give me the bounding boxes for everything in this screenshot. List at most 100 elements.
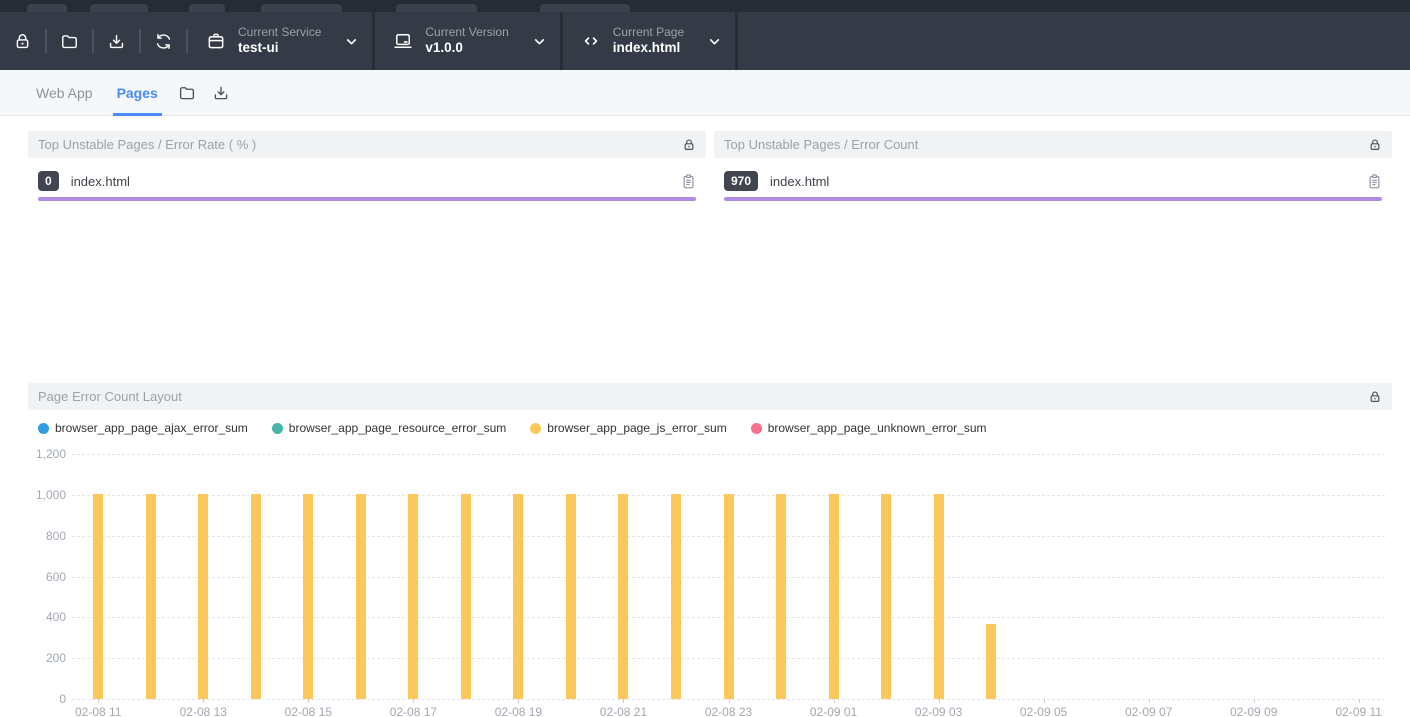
bar-browser_app_page_js_error_sum (671, 494, 681, 699)
lock-icon (13, 32, 32, 51)
download-button-secondary[interactable] (204, 70, 238, 116)
copy-button[interactable] (1367, 173, 1382, 190)
legend-item[interactable]: browser_app_page_js_error_sum (530, 421, 726, 435)
copy-button[interactable] (681, 173, 696, 190)
error-count-bar-chart: 02004006008001,0001,20002-08 1102-08 130… (28, 444, 1392, 717)
x-axis-tick-mark (623, 699, 624, 703)
panel-header: Top Unstable Pages / Error Count (714, 131, 1392, 158)
legend-item[interactable]: browser_app_page_ajax_error_sum (38, 421, 248, 435)
current-version-value: v1.0.0 (425, 40, 508, 57)
x-axis-tick-mark (98, 699, 99, 703)
chevron-down-icon (708, 35, 721, 48)
legend-item[interactable]: browser_app_page_unknown_error_sum (751, 421, 987, 435)
y-axis-tick-label: 1,200 (28, 447, 66, 461)
legend-dot-icon (38, 423, 49, 434)
x-axis-tick-mark (1044, 699, 1045, 703)
current-page-select[interactable]: Current Page index.html (563, 12, 735, 70)
bar-browser_app_page_js_error_sum (986, 624, 996, 699)
partial-button[interactable] (90, 4, 148, 12)
bar-browser_app_page_js_error_sum (776, 494, 786, 699)
code-icon (581, 31, 601, 51)
current-version-select[interactable]: Current Version v1.0.0 (375, 12, 559, 70)
x-axis-tick-mark (308, 699, 309, 703)
reload-icon (154, 32, 173, 51)
bar-browser_app_page_js_error_sum (461, 494, 471, 699)
panel-error-count: Top Unstable Pages / Error Count 970 ind… (714, 131, 1392, 201)
unstable-page-row: 970 index.html (724, 171, 1382, 191)
x-axis-tick-mark (1254, 699, 1255, 703)
y-gridline (72, 454, 1385, 455)
error-rate-badge: 0 (38, 171, 59, 191)
partial-button[interactable] (27, 4, 67, 12)
panel-lock-button[interactable] (682, 138, 696, 152)
panel-lock-button[interactable] (1368, 390, 1382, 404)
clipped-top-button-strip (0, 0, 1410, 12)
clipboard-icon (1367, 173, 1382, 190)
clipboard-icon (681, 173, 696, 190)
bar-browser_app_page_js_error_sum (881, 494, 891, 699)
download-icon (107, 32, 126, 51)
folder-icon (178, 84, 196, 102)
tab-web-app[interactable]: Web App (24, 70, 105, 116)
x-axis-tick-label: 02-09 09 (1230, 705, 1277, 717)
chevron-down-icon (533, 35, 546, 48)
panel-title: Top Unstable Pages / Error Rate ( % ) (38, 137, 256, 152)
legend-dot-icon (272, 423, 283, 434)
panel-page-error-count-layout: Page Error Count Layout browser_app_page… (28, 383, 1392, 717)
bar-browser_app_page_js_error_sum (513, 494, 523, 699)
current-version-label: Current Version (425, 25, 508, 40)
x-axis-tick-mark (1359, 699, 1360, 703)
legend-label: browser_app_page_resource_error_sum (289, 421, 506, 435)
x-axis-tick-mark (413, 699, 414, 703)
x-axis-tick-mark (203, 699, 204, 703)
panel-header: Top Unstable Pages / Error Rate ( % ) (28, 131, 706, 158)
current-page-label: Current Page (613, 25, 684, 40)
current-service-select[interactable]: Current Service test-ui (188, 12, 372, 70)
x-axis-tick-label: 02-08 15 (285, 705, 332, 717)
x-axis-tick-mark (518, 699, 519, 703)
x-axis-tick-label: 02-09 11 (1335, 705, 1381, 717)
x-axis-tick-mark (1149, 699, 1150, 703)
lock-icon (682, 138, 696, 152)
page-name: index.html (71, 174, 681, 189)
legend-item[interactable]: browser_app_page_resource_error_sum (272, 421, 506, 435)
bar-browser_app_page_js_error_sum (198, 494, 208, 699)
x-axis-tick-mark (729, 699, 730, 703)
download-icon (212, 84, 230, 102)
current-service-value: test-ui (238, 40, 321, 57)
panel-header: Page Error Count Layout (28, 383, 1392, 410)
current-service-label: Current Service (238, 25, 321, 40)
bar-browser_app_page_js_error_sum (251, 494, 261, 699)
lock-button[interactable] (0, 12, 45, 70)
tab-pages[interactable]: Pages (105, 70, 170, 116)
x-axis-tick-label: 02-09 01 (810, 705, 857, 717)
lock-icon (1368, 138, 1382, 152)
partial-button[interactable] (540, 4, 630, 12)
legend-label: browser_app_page_unknown_error_sum (768, 421, 987, 435)
error-count-badge: 970 (724, 171, 758, 191)
download-button[interactable] (94, 12, 139, 70)
bar-browser_app_page_js_error_sum (146, 494, 156, 699)
tab-bar: Web App Pages (0, 70, 1410, 116)
x-axis-tick-label: 02-08 19 (495, 705, 542, 717)
x-axis-tick-label: 02-08 23 (705, 705, 752, 717)
toolbar-section-divider (735, 12, 738, 70)
bar-browser_app_page_js_error_sum (724, 494, 734, 699)
folder-button[interactable] (47, 12, 92, 70)
panel-lock-button[interactable] (1368, 138, 1382, 152)
bar-browser_app_page_js_error_sum (408, 494, 418, 699)
partial-button[interactable] (261, 4, 342, 12)
x-axis-tick-label: 02-09 05 (1020, 705, 1067, 717)
page-name: index.html (770, 174, 1367, 189)
reload-button[interactable] (141, 12, 186, 70)
panel-title: Page Error Count Layout (38, 389, 182, 404)
x-axis-tick-label: 02-08 17 (390, 705, 437, 717)
folder-button-secondary[interactable] (170, 70, 204, 116)
partial-button[interactable] (396, 4, 477, 12)
current-page-value: index.html (613, 40, 684, 57)
partial-button[interactable] (189, 4, 225, 12)
panel-title: Top Unstable Pages / Error Count (724, 137, 918, 152)
bar-browser_app_page_js_error_sum (93, 494, 103, 699)
x-axis-tick-mark (939, 699, 940, 703)
y-axis-tick-label: 200 (28, 651, 66, 665)
